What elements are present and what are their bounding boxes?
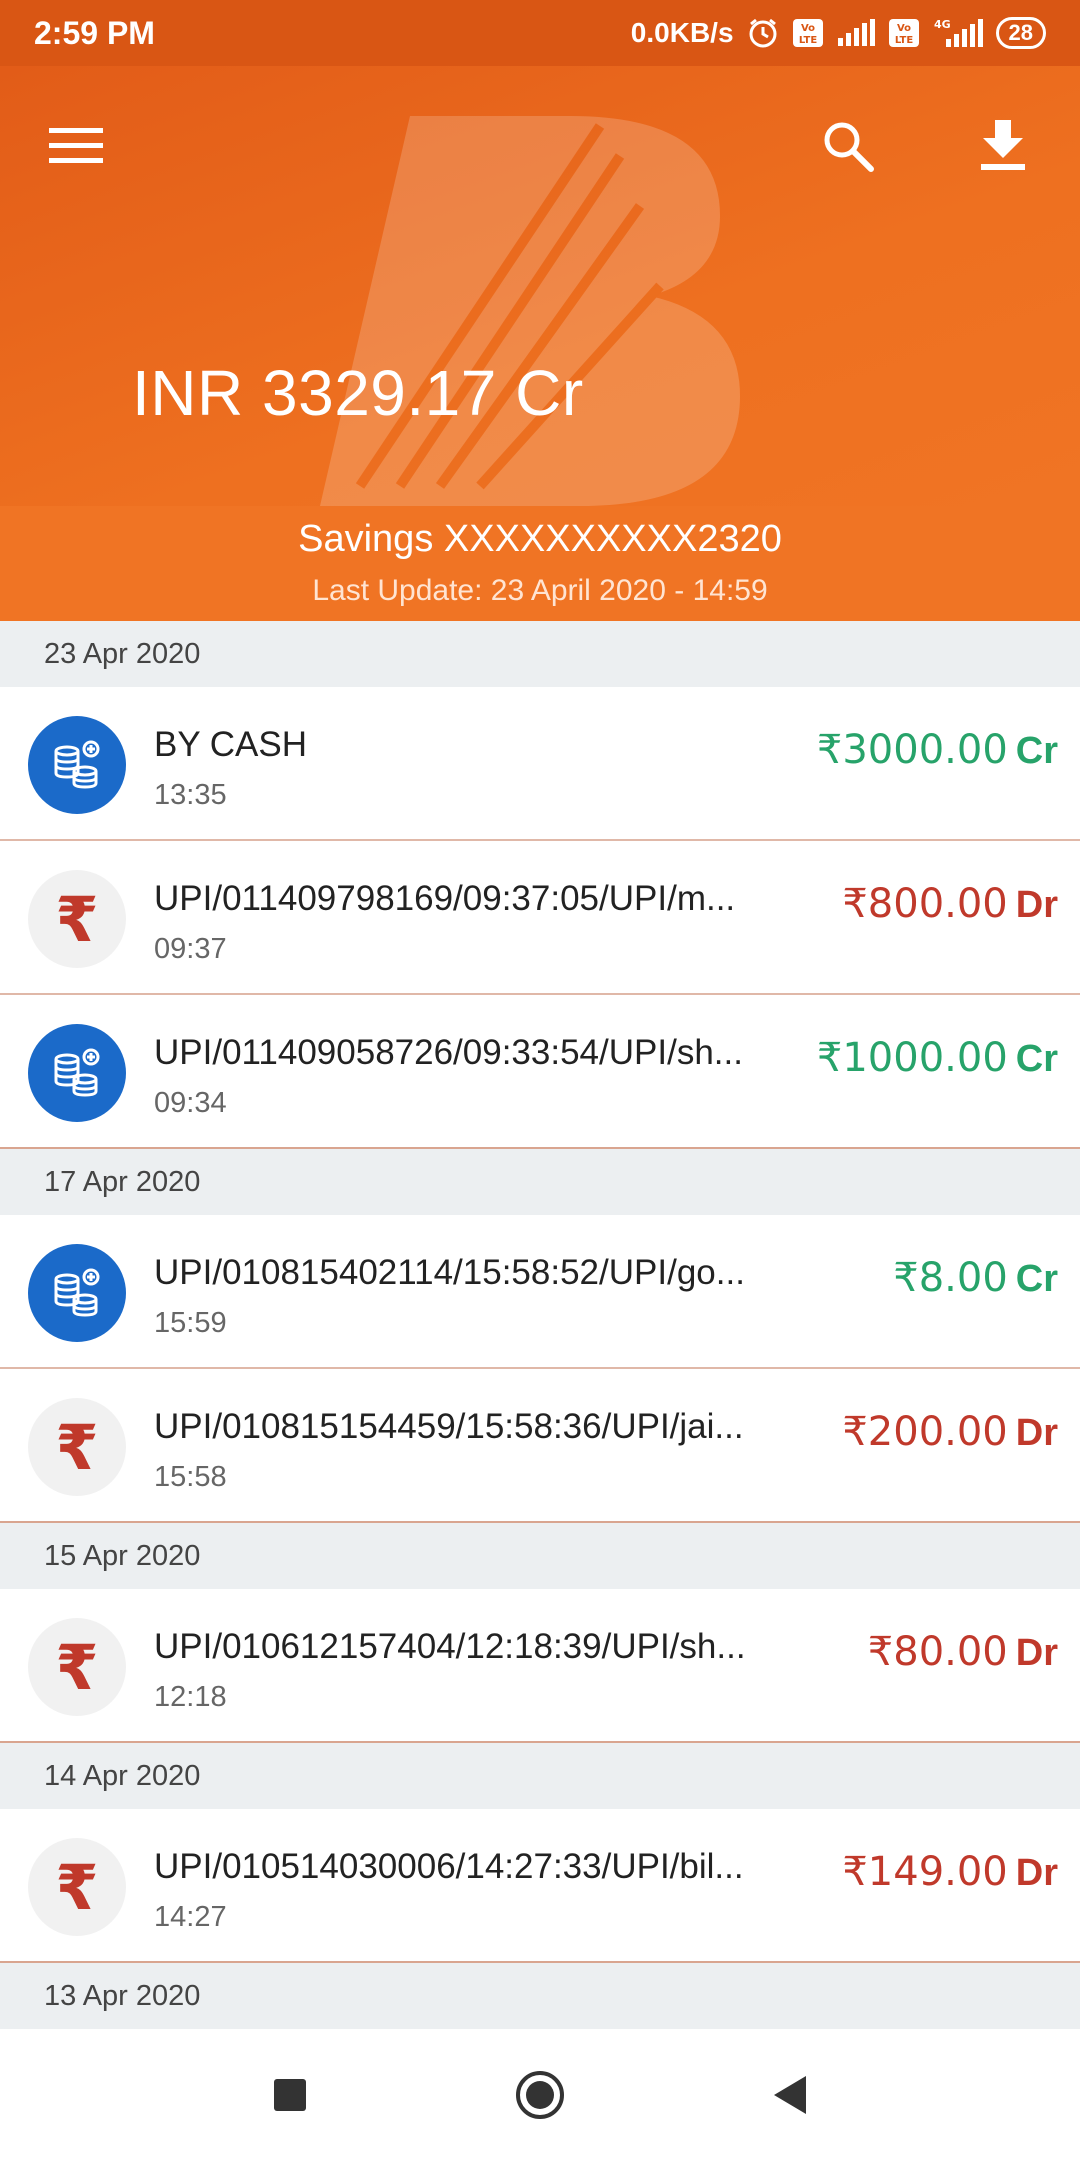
rupee-icon: ₹ [28, 870, 126, 968]
amount-value: ₹800.00 [842, 881, 1008, 927]
date-header: 14 Apr 2020 [0, 1743, 1080, 1809]
battery-icon: 28 [995, 17, 1046, 49]
transaction-amount: ₹800.00 Dr [842, 881, 1058, 927]
transaction-time: 12:18 [154, 1681, 227, 1713]
search-button[interactable] [812, 110, 884, 182]
volte-icon: Vo LTE [888, 18, 920, 48]
transaction-description: UPI/010612157404/12:18:39/UPI/sh... [154, 1627, 746, 1666]
rupee-icon: ₹ [28, 1398, 126, 1496]
transaction-description: UPI/010815402114/15:58:52/UPI/go... [154, 1253, 745, 1292]
menu-button[interactable] [40, 110, 112, 182]
search-icon [824, 122, 874, 172]
circle-home-icon [516, 2071, 564, 2119]
back-button[interactable] [760, 2065, 820, 2125]
transaction-row[interactable]: ₹ UPI/010815154459/15:58:36/UPI/jai... 1… [0, 1369, 1080, 1523]
account-balance: INR 3329.17 Cr [132, 357, 584, 429]
transaction-amount: ₹3000.00 Cr [817, 727, 1058, 773]
amount-value: ₹149.00 [842, 1849, 1008, 1895]
debit-indicator: Dr [1015, 1632, 1058, 1674]
transaction-time: 09:34 [154, 1087, 227, 1119]
date-header: 17 Apr 2020 [0, 1149, 1080, 1215]
svg-text:LTE: LTE [798, 35, 817, 46]
date-header: 13 Apr 2020 [0, 1963, 1080, 2029]
recents-button[interactable] [260, 2065, 320, 2125]
transaction-amount: ₹1000.00 Cr [817, 1035, 1058, 1081]
transaction-row[interactable]: ₹ UPI/010514030006/14:27:33/UPI/bil... 1… [0, 1809, 1080, 1963]
transaction-time: 09:37 [154, 933, 227, 965]
home-button[interactable] [510, 2065, 570, 2125]
svg-text:LTE: LTE [894, 35, 913, 46]
network-speed: 0.0KB/s [630, 17, 734, 48]
status-time: 2:59 PM [34, 14, 155, 51]
transaction-row[interactable]: ₹ UPI/011409798169/09:37:05/UPI/m... 09:… [0, 841, 1080, 995]
4g-signal-icon: 4G [932, 17, 984, 49]
transaction-amount: ₹80.00 Dr [868, 1629, 1058, 1675]
credit-indicator: Cr [1015, 730, 1058, 772]
transaction-amount: ₹149.00 Dr [842, 1849, 1058, 1895]
transaction-time: 13:35 [154, 779, 227, 811]
amount-value: ₹1000.00 [816, 1035, 1008, 1081]
credit-indicator: Cr [1015, 1258, 1058, 1300]
bank-of-baroda-logo [320, 116, 740, 506]
transaction-description: BY CASH [154, 725, 308, 764]
svg-text:4G: 4G [934, 18, 951, 31]
transaction-time: 15:58 [154, 1461, 227, 1493]
download-button[interactable] [967, 110, 1039, 182]
coins-icon [28, 1244, 126, 1342]
svg-text:Vo: Vo [800, 23, 814, 34]
transaction-amount: ₹200.00 Dr [842, 1409, 1058, 1455]
transaction-row[interactable]: UPI/011409058726/09:33:54/UPI/sh... 09:3… [0, 995, 1080, 1149]
transaction-description: UPI/010815154459/15:58:36/UPI/jai... [154, 1407, 744, 1446]
date-header: 23 Apr 2020 [0, 621, 1080, 687]
debit-indicator: Dr [1015, 884, 1058, 926]
rupee-icon: ₹ [28, 1838, 126, 1936]
triangle-back-icon [774, 2076, 806, 2114]
debit-indicator: Dr [1015, 1412, 1058, 1454]
account-strip[interactable]: Savings XXXXXXXXXX2320 Last Update: 23 A… [0, 506, 1080, 621]
transaction-row[interactable]: UPI/010815402114/15:58:52/UPI/go... 15:5… [0, 1215, 1080, 1369]
amount-value: ₹80.00 [867, 1629, 1008, 1675]
status-bar: 2:59 PM 0.0KB/s Vo LTE Vo LTE 4G 28 [0, 0, 1080, 66]
volte-icon: Vo LTE [792, 18, 824, 48]
transaction-description: UPI/011409058726/09:33:54/UPI/sh... [154, 1033, 743, 1072]
status-icons: 0.0KB/s Vo LTE Vo LTE 4G 28 [631, 16, 1046, 50]
transaction-row[interactable]: ₹ UPI/010612157404/12:18:39/UPI/sh... 12… [0, 1589, 1080, 1743]
hamburger-menu-icon [49, 128, 103, 163]
app-header: INR 3329.17 Cr [0, 66, 1080, 506]
transaction-time: 15:59 [154, 1307, 227, 1339]
amount-value: ₹3000.00 [816, 727, 1008, 773]
debit-indicator: Dr [1015, 1852, 1058, 1894]
last-update: Last Update: 23 April 2020 - 14:59 [312, 574, 768, 607]
transaction-description: UPI/010514030006/14:27:33/UPI/bil... [154, 1847, 744, 1886]
svg-text:Vo: Vo [896, 23, 910, 34]
coins-icon [28, 1024, 126, 1122]
transaction-description: UPI/011409798169/09:37:05/UPI/m... [154, 879, 736, 918]
alarm-icon [746, 16, 780, 50]
account-name: Savings XXXXXXXXXX2320 [298, 518, 782, 560]
coins-icon [28, 716, 126, 814]
amount-value: ₹8.00 [893, 1255, 1008, 1301]
date-header: 15 Apr 2020 [0, 1523, 1080, 1589]
transaction-list: 23 Apr 2020 BY CASH 13:35 ₹3000.00 Cr ₹ … [0, 621, 1080, 2029]
system-nav-bar [0, 2030, 1080, 2160]
square-recents-icon [274, 2079, 306, 2111]
signal-icon [836, 18, 876, 48]
rupee-icon: ₹ [28, 1618, 126, 1716]
download-icon [981, 120, 1025, 170]
transaction-amount: ₹8.00 Cr [893, 1255, 1058, 1301]
amount-value: ₹200.00 [842, 1409, 1008, 1455]
transaction-row[interactable]: BY CASH 13:35 ₹3000.00 Cr [0, 687, 1080, 841]
credit-indicator: Cr [1015, 1038, 1058, 1080]
transaction-time: 14:27 [154, 1901, 227, 1933]
